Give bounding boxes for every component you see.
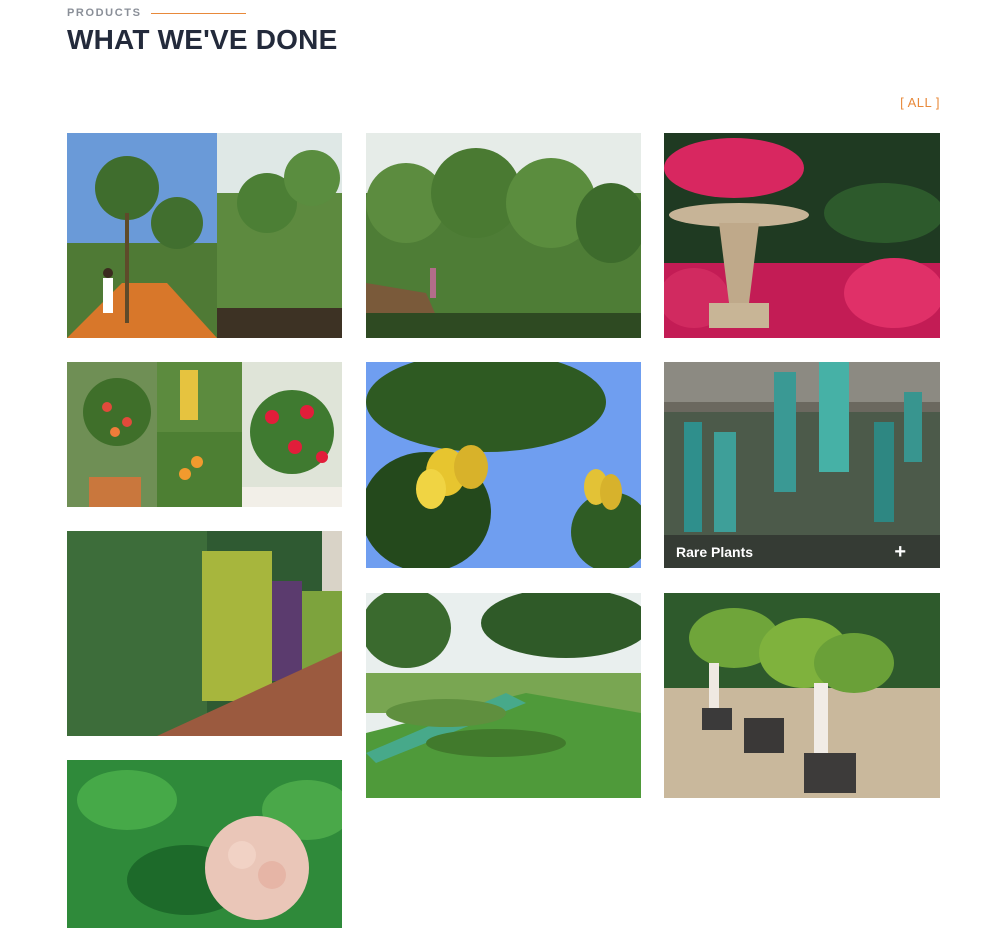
plus-icon[interactable]: + bbox=[894, 542, 906, 562]
gallery-item-fruit-plants-collage[interactable] bbox=[67, 362, 342, 507]
bonsai-ficus-image bbox=[664, 593, 940, 798]
gallery-item-nursery-trees[interactable] bbox=[366, 133, 641, 338]
gallery-item-vertical-garden[interactable] bbox=[67, 531, 342, 736]
rare-plants-label: Rare Plants bbox=[676, 543, 754, 560]
nursery-trees-image bbox=[366, 133, 641, 338]
gallery-item-star-fruit-tree[interactable] bbox=[366, 362, 641, 568]
fruit-plants-collage-image bbox=[67, 362, 342, 507]
vertical-garden-image bbox=[67, 531, 342, 736]
gallery-item-nursery-saplings[interactable] bbox=[67, 133, 342, 338]
flower-fountain-image bbox=[664, 133, 940, 338]
gallery-item-ixora-flower[interactable] bbox=[67, 760, 342, 928]
eyebrow-text: PRODUCTS bbox=[67, 7, 142, 19]
nursery-saplings-image bbox=[67, 133, 342, 338]
gallery-item-landscape-lawn[interactable] bbox=[366, 593, 641, 798]
section-eyebrow: PRODUCTS bbox=[67, 7, 246, 19]
gallery-item-flower-fountain[interactable] bbox=[664, 133, 940, 338]
page-title: WHAT WE'VE DONE bbox=[67, 24, 338, 55]
gallery-item-bonsai-ficus[interactable] bbox=[664, 593, 940, 798]
star-fruit-tree-image bbox=[366, 362, 641, 568]
rare-plants-caption: Rare Plants + bbox=[664, 535, 940, 568]
gallery-item-rare-plants[interactable]: Rare Plants + bbox=[664, 362, 940, 568]
portfolio-section: PRODUCTS WHAT WE'VE DONE [ ALL ] Rare Pl… bbox=[0, 0, 1000, 928]
filter-all-button[interactable]: [ ALL ] bbox=[900, 95, 940, 110]
landscape-lawn-image bbox=[366, 593, 641, 798]
ixora-flower-image bbox=[67, 760, 342, 928]
eyebrow-divider bbox=[150, 12, 246, 14]
